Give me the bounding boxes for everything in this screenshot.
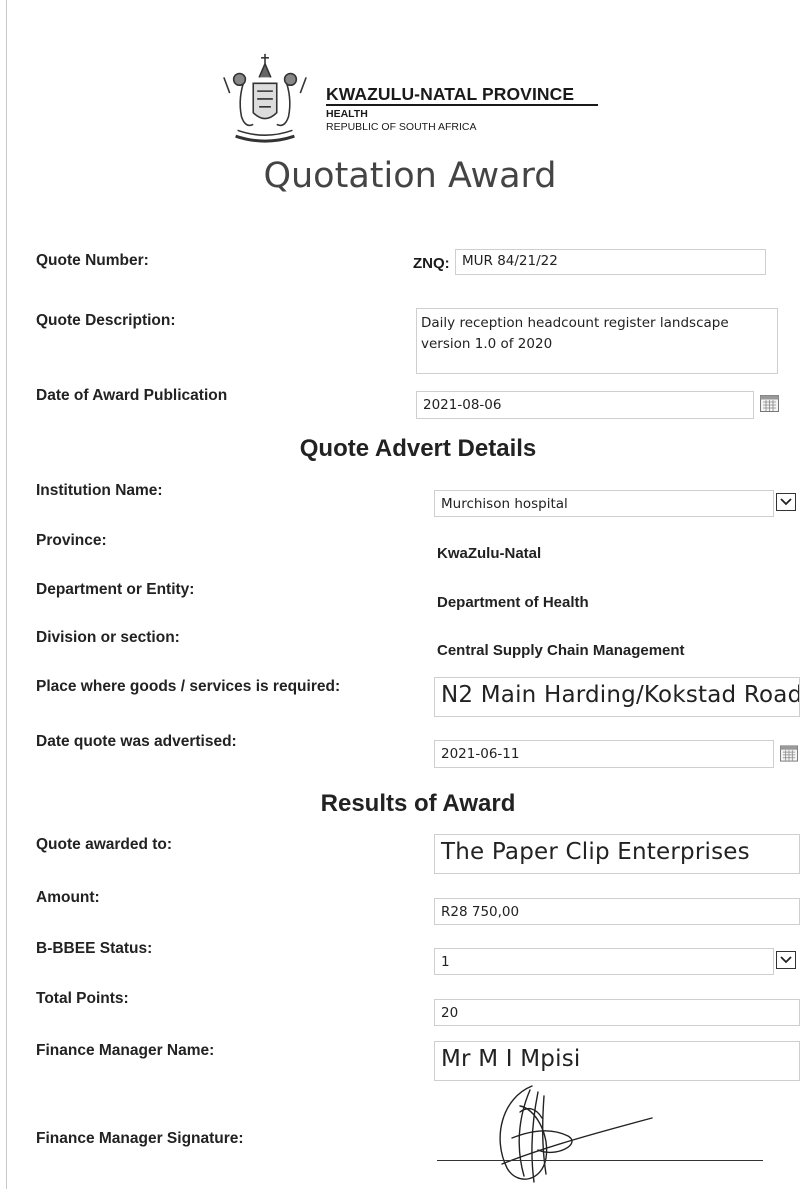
country-name: REPUBLIC OF SOUTH AFRICA: [326, 121, 477, 133]
results-heading: Results of Award: [320, 790, 516, 817]
chevron-down-icon[interactable]: [776, 493, 796, 511]
advertised-date-field[interactable]: 2021-06-11: [434, 740, 774, 768]
finance-manager-name-label: Finance Manager Name:: [36, 1042, 215, 1059]
calendar-icon[interactable]: [760, 395, 779, 412]
amount-label: Amount:: [36, 889, 100, 906]
finance-manager-name-field[interactable]: Mr M I Mpisi: [434, 1041, 800, 1081]
province-label: Province:: [36, 532, 107, 549]
award-date-label: Date of Award Publication: [36, 387, 228, 404]
quote-number-label: Quote Number:: [36, 252, 149, 269]
page-title: Quotation Award: [263, 156, 557, 196]
awarded-to-field[interactable]: The Paper Clip Enterprises: [434, 834, 800, 874]
quote-number-prefix: ZNQ:: [413, 255, 450, 272]
place-field[interactable]: N2 Main Harding/Kokstad Road: [434, 677, 800, 717]
department-label: Department or Entity:: [36, 581, 195, 598]
place-label: Place where goods / services is required…: [36, 678, 341, 695]
quote-number-field[interactable]: MUR 84/21/22: [455, 249, 766, 275]
quote-description-field[interactable]: Daily reception headcount register lands…: [416, 308, 778, 374]
quote-description-label: Quote Description:: [36, 312, 176, 329]
total-points-label: Total Points:: [36, 990, 129, 1007]
chevron-down-icon[interactable]: [776, 951, 796, 969]
amount-field[interactable]: R28 750,00: [434, 898, 800, 925]
division-label: Division or section:: [36, 629, 180, 646]
brand-underline: [326, 104, 598, 106]
institution-select[interactable]: Murchison hospital: [434, 490, 774, 517]
award-date-field[interactable]: 2021-08-06: [416, 391, 754, 419]
calendar-icon[interactable]: [780, 745, 798, 762]
province-value: KwaZulu-Natal: [437, 545, 542, 562]
finance-manager-signature-label: Finance Manager Signature:: [36, 1130, 244, 1147]
coat-of-arms-icon: [223, 53, 307, 143]
bbbee-select[interactable]: 1: [434, 948, 774, 975]
advert-details-heading: Quote Advert Details: [299, 435, 537, 462]
institution-label: Institution Name:: [36, 482, 163, 499]
department-value: Department of Health: [437, 594, 589, 611]
handwritten-signature: [499, 1085, 653, 1183]
awarded-to-label: Quote awarded to:: [36, 836, 173, 853]
total-points-field[interactable]: 20: [434, 999, 800, 1026]
advertised-date-label: Date quote was advertised:: [36, 733, 237, 750]
quotation-award-page: KWAZULU-NATAL PROVINCE HEALTH REPUBLIC O…: [0, 0, 800, 1189]
bbbee-label: B-BBEE Status:: [36, 940, 153, 957]
department-name: HEALTH: [326, 108, 368, 120]
signature-line: [437, 1160, 763, 1161]
division-value: Central Supply Chain Management: [437, 642, 685, 659]
province-name: KWAZULU-NATAL PROVINCE: [326, 84, 575, 104]
